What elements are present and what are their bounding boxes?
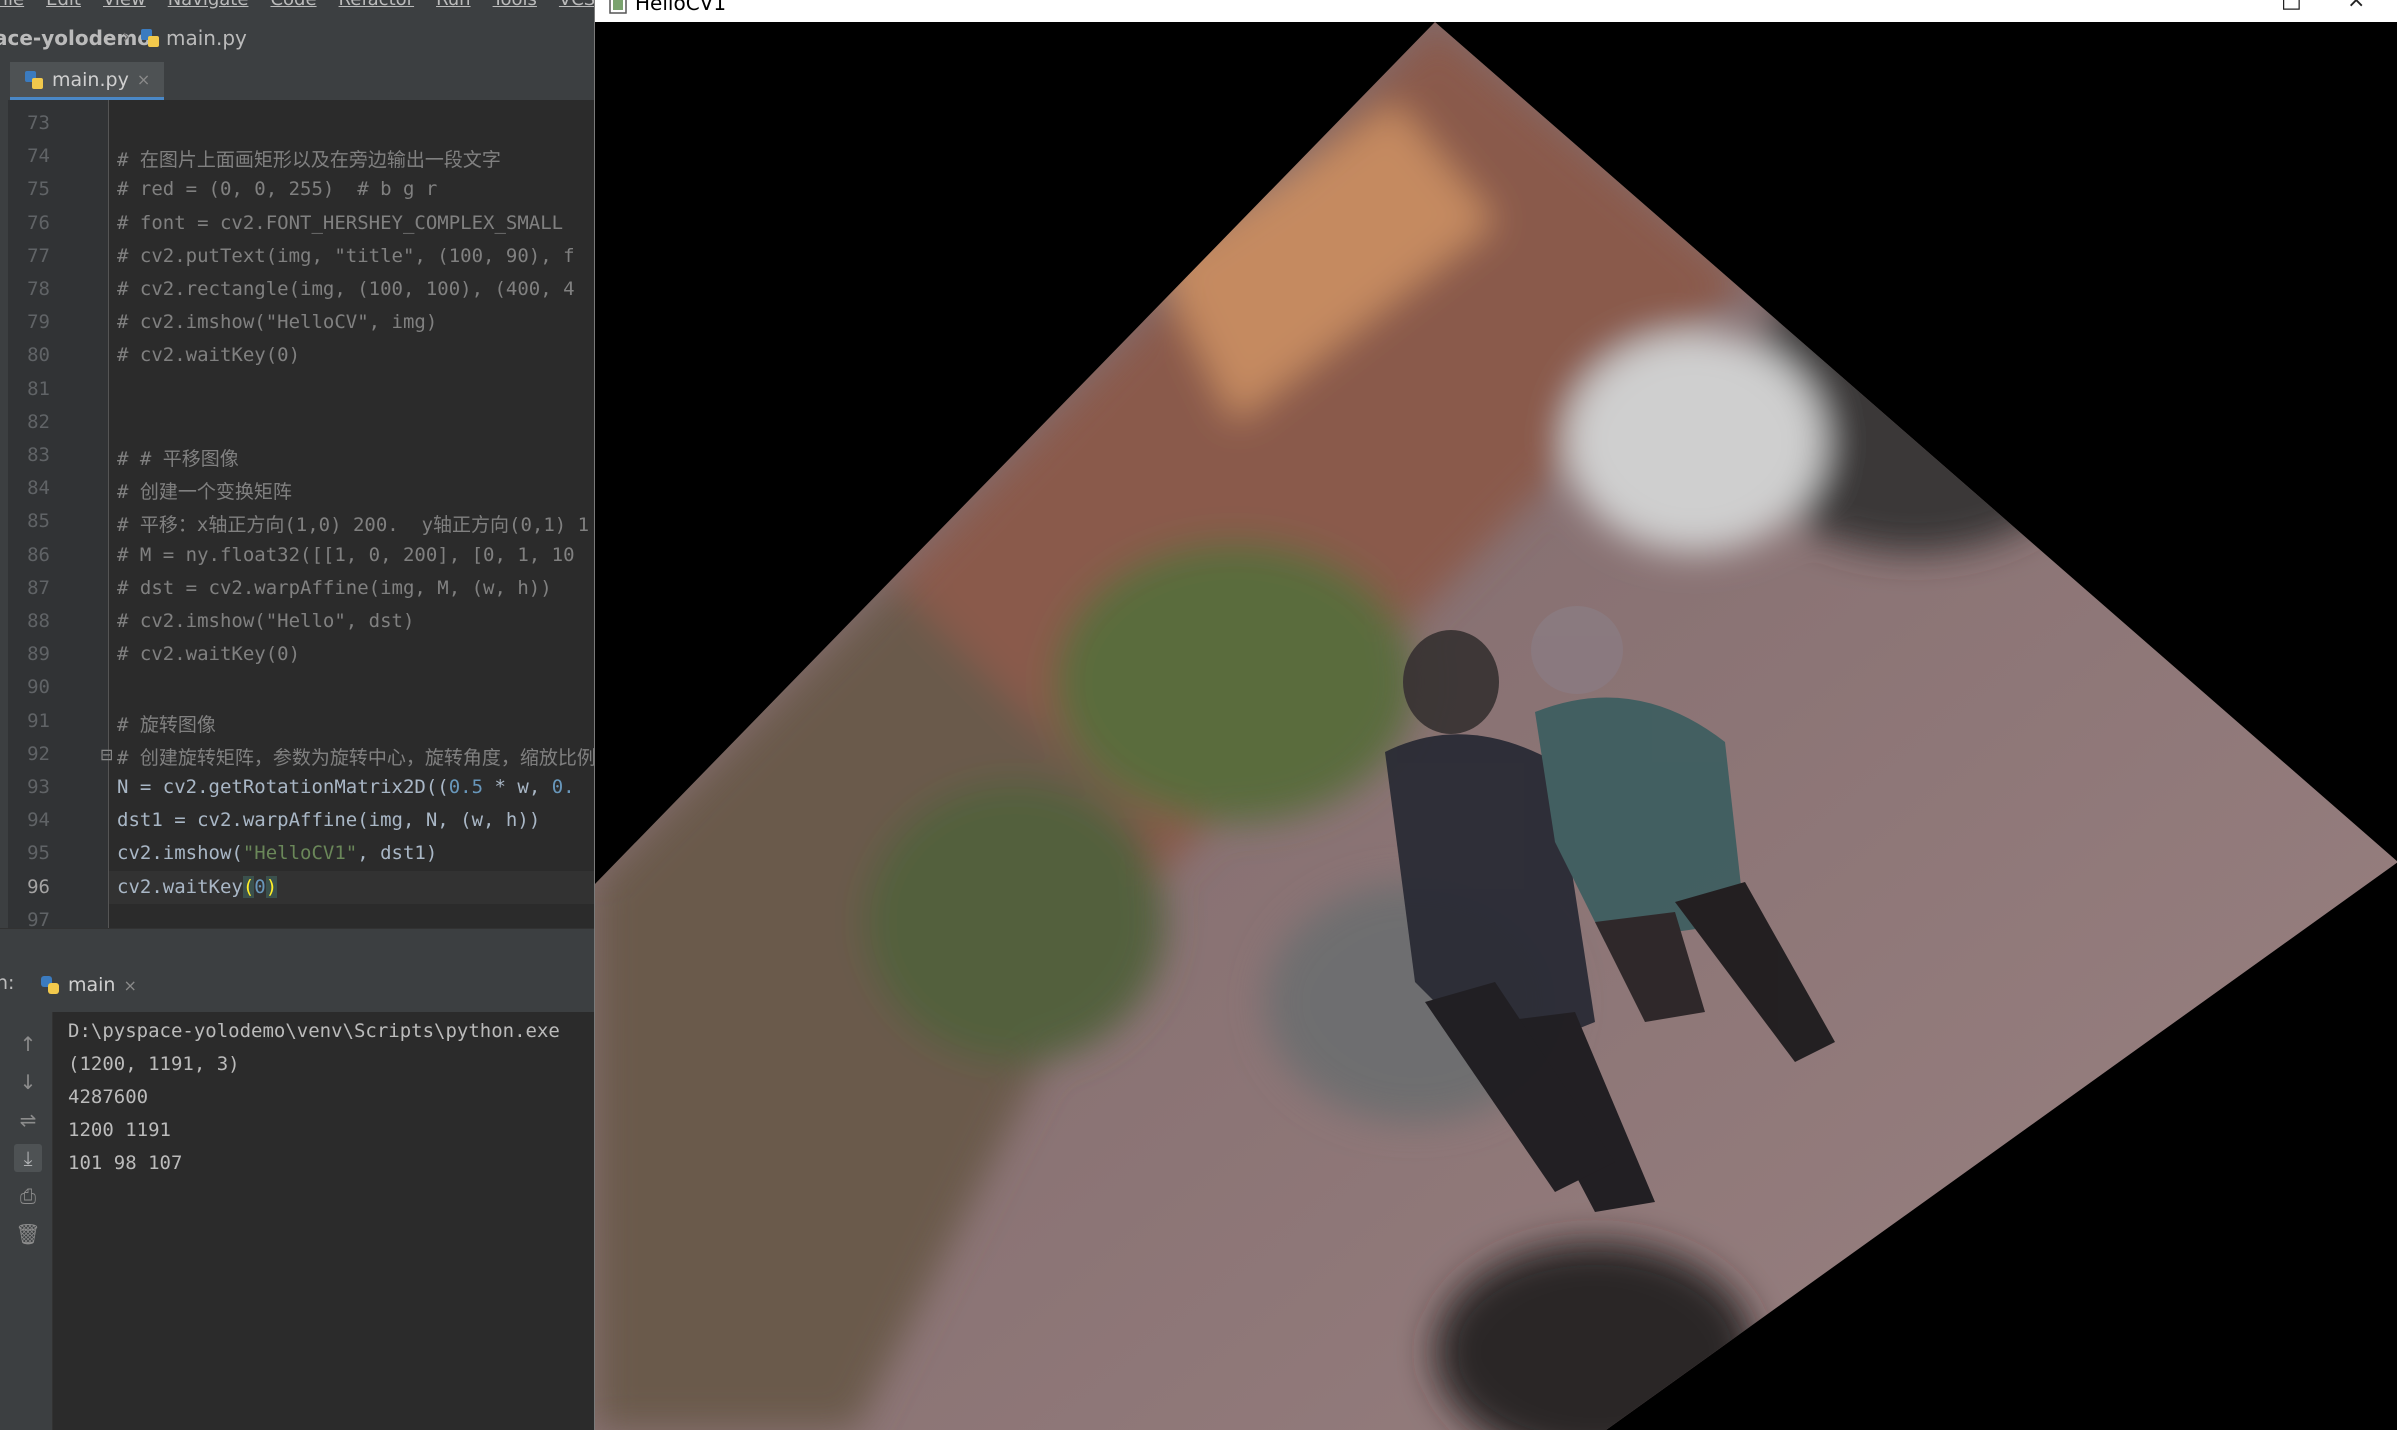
image-window-titlebar[interactable]: HelloCV1 □ × [595, 0, 2397, 22]
python-icon [41, 976, 59, 994]
maximize-button[interactable]: □ [2281, 0, 2302, 13]
run-tab-close-icon[interactable]: × [123, 976, 136, 995]
ide-window: File Edit View Navigate Code Refactor Ru… [0, 0, 594, 1430]
code-line: # 创建一个变换矩阵 [117, 481, 292, 504]
menu-refactor[interactable]: Refactor [339, 0, 415, 10]
menu-bar: File Edit View Navigate Code Refactor Ru… [0, 0, 594, 14]
code-line: # dst = cv2.warpAffine(img, M, (w, h)) [117, 576, 552, 599]
code-line: cv2.waitKey(0) [117, 875, 278, 898]
code-editor[interactable]: # 在图片上面画矩形以及在旁边输出一段文字 # red = (0, 0, 255)… [109, 100, 594, 928]
image-window: HelloCV1 □ × [594, 0, 2397, 1430]
code-line: dst1 = cv2.warpAffine(img, N, (w, h)) [117, 809, 540, 831]
code-line: # 平移：x轴正方向(1,0) 200. y轴正方向(0,1) 1 [117, 514, 590, 537]
code-line: # 创建旋转矩阵，参数为旋转中心，旋转角度，缩放比例 [117, 746, 594, 769]
image-canvas [595, 22, 2397, 1430]
code-token: 0 [254, 875, 266, 898]
soft-wrap-icon[interactable]: ⇌ [14, 1106, 42, 1134]
arrow-up-icon[interactable]: ↑ [14, 1030, 42, 1058]
code-line: N = cv2.getRotationMatrix2D((0.5 * w, 0. [117, 776, 575, 798]
run-tab-label: main [68, 974, 116, 996]
editor-tab-bar: main.py × [0, 62, 594, 101]
run-tab-main[interactable]: main × [40, 966, 137, 1004]
left-tool-strip [0, 100, 8, 928]
code-token: , dst1) [357, 842, 438, 865]
tab-label: main.py [52, 68, 129, 91]
breadcrumb-separator-icon: › [122, 24, 130, 48]
tab-close-icon[interactable]: × [137, 70, 150, 89]
python-file-icon [141, 29, 159, 47]
code-line: # cv2.imshow("HelloCV", img) [117, 311, 438, 334]
print-icon[interactable]: ⎙ [14, 1182, 42, 1210]
window-app-icon [609, 0, 627, 14]
console-line: 101 98 107 [68, 1152, 183, 1174]
menu-edit[interactable]: Edit [46, 0, 81, 10]
code-token: , N, (w, h)) [402, 809, 541, 832]
code-token: dst1 = cv2.warpAffine(img [117, 809, 403, 832]
code-token: 0.5 [448, 776, 484, 798]
code-token: "HelloCV1" [242, 842, 358, 865]
run-panel-prefix: n: [0, 972, 15, 994]
rotated-photo [595, 22, 2397, 1430]
code-token: ( [242, 875, 255, 898]
run-tool-window-header: n: main × [0, 956, 594, 1013]
close-button[interactable]: × [2347, 0, 2365, 13]
code-token: 0. [551, 776, 575, 798]
code-token: N = cv2.getRotationMatrix2D(( [117, 776, 449, 798]
horizontal-scrollbar[interactable] [0, 928, 594, 957]
code-token: cv2.imshow( [117, 842, 243, 865]
code-line: # cv2.putText(img, "title", (100, 90), f [117, 244, 575, 267]
menu-run[interactable]: Run [436, 0, 471, 10]
menu-items: File Edit View Navigate Code Refactor Ru… [0, 0, 594, 10]
fold-icon[interactable]: ⊟ [100, 745, 113, 764]
console-line: (1200, 1191, 3) [68, 1053, 240, 1075]
trash-icon[interactable]: 🗑 [14, 1220, 42, 1248]
code-line: # cv2.waitKey(0) [117, 643, 301, 666]
console-line: 4287600 [68, 1086, 149, 1108]
scroll-to-end-icon[interactable]: ⤓ [14, 1144, 42, 1172]
menu-tools[interactable]: Tools [493, 0, 537, 10]
breadcrumb-file[interactable]: main.py [140, 26, 247, 50]
code-line: # 旋转图像 [117, 713, 216, 736]
run-console[interactable]: D:\pyspace-yolodemo\venv\Scripts\python.… [53, 1012, 594, 1430]
code-line: cv2.imshow("HelloCV1", dst1) [117, 842, 437, 864]
line-number-gutter: 73 74 75 76 77 78 79 80 81 82 83 84 85 86 87 88 89 90 91 92… [0, 100, 109, 931]
menu-file[interactable]: File [0, 0, 24, 10]
code-token: cv2.waitKey [117, 875, 243, 898]
code-line: # 在图片上面画矩形以及在旁边输出一段文字 [117, 149, 501, 172]
code-line: # cv2.rectangle(img, (100, 100), (400, 4 [117, 278, 575, 300]
console-line: D:\pyspace-yolodemo\venv\Scripts\python.… [68, 1020, 560, 1042]
console-line: 1200 1191 [68, 1119, 171, 1141]
menu-view[interactable]: View [103, 0, 146, 10]
code-line: # cv2.imshow("Hello", dst) [117, 610, 415, 632]
menu-navigate[interactable]: Navigate [168, 0, 249, 10]
code-line: # font = cv2.FONT_HERSHEY_COMPLEX_SMALL [117, 211, 564, 234]
code-token: ) [265, 875, 278, 898]
code-line: # cv2.waitKey(0) [117, 344, 301, 367]
tab-main-py[interactable]: main.py × [10, 62, 165, 100]
code-line: # # 平移图像 [117, 448, 239, 470]
image-window-title: HelloCV1 [635, 0, 727, 15]
run-toolbar: ↑ ↓ ⇌ ⤓ ⎙ 🗑 [0, 1012, 53, 1430]
arrow-down-icon[interactable]: ↓ [14, 1068, 42, 1096]
breadcrumb: ace-yolodemo › main.py [0, 14, 594, 63]
code-line: # M = ny.float32([[1, 0, 200], [0, 1, 10 [117, 543, 575, 566]
menu-vcs[interactable]: VCS [559, 0, 594, 10]
code-line: # red = (0, 0, 255) # b g r [117, 178, 438, 201]
menu-code[interactable]: Code [270, 0, 316, 10]
python-file-icon [25, 70, 43, 89]
code-token: * w, [483, 776, 552, 798]
breadcrumb-file-label: main.py [166, 26, 247, 50]
